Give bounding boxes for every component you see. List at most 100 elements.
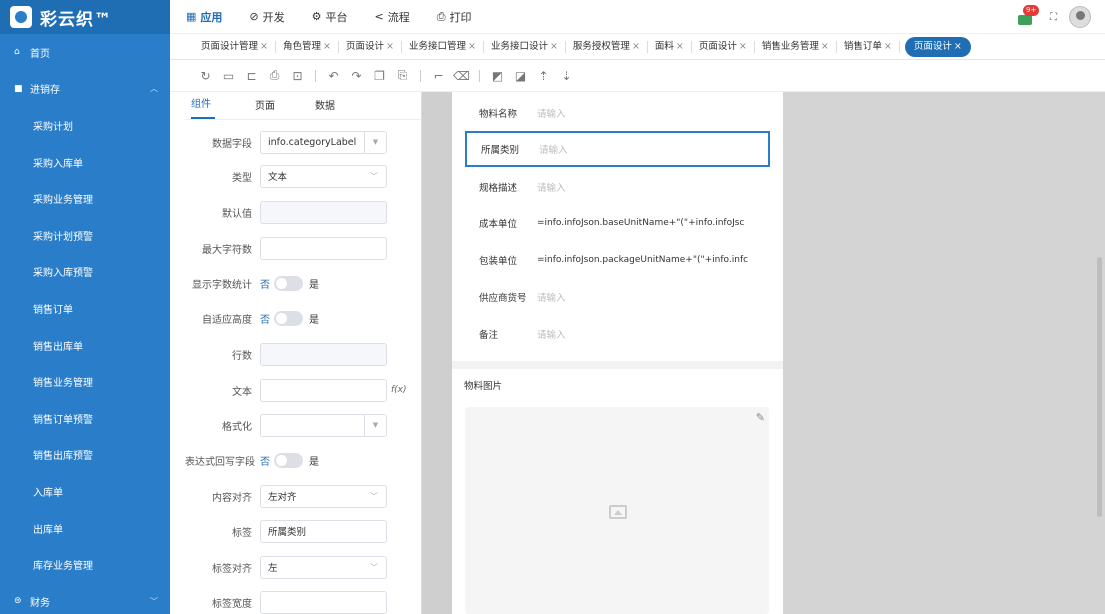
tab-label: 页面设计 (698, 40, 737, 52)
sidebar-item[interactable]: 出库单 (0, 510, 170, 547)
close-icon[interactable]: × (550, 41, 558, 52)
top-menu-platform[interactable]: ⚙ 平台 (312, 9, 348, 25)
toolbar-divider (479, 69, 480, 82)
print-icon[interactable]: ⎙ (263, 68, 286, 83)
form-field[interactable]: 规格描述 请输入 (465, 169, 770, 205)
default-value-input[interactable] (260, 200, 387, 224)
avatar[interactable] (1069, 6, 1091, 28)
sidebar-item[interactable]: 采购计划 (0, 107, 170, 144)
tab[interactable]: 销售业务管理 × (755, 40, 837, 53)
writeback-toggle[interactable] (274, 452, 303, 468)
type-select[interactable]: 文本 ﹀ (260, 164, 387, 188)
format-select[interactable]: ▼ (260, 413, 387, 437)
send-back-icon[interactable]: ◪ (509, 69, 532, 83)
tab[interactable]: 页面设计 × (339, 40, 402, 53)
top-menu-dev[interactable]: ⊘ 开发 (249, 9, 284, 25)
close-icon[interactable]: × (739, 41, 747, 52)
close-icon[interactable]: × (954, 41, 962, 52)
tab-label: 业务接口管理 (408, 40, 466, 52)
bring-front-icon[interactable]: ◩ (486, 69, 509, 83)
undo-icon[interactable]: ↶ (322, 69, 345, 83)
close-icon[interactable]: × (386, 41, 394, 52)
sidebar-item-home[interactable]: ⌂ 首页 (0, 34, 170, 71)
tab-data[interactable]: 数据 (311, 97, 371, 119)
image-upload-area[interactable]: ✎ (465, 407, 769, 614)
redo-icon[interactable]: ↷ (345, 69, 368, 83)
top-menu-print[interactable]: ⎙ 打印 (437, 9, 472, 25)
paste-icon[interactable]: ⎘ (391, 68, 414, 83)
sidebar-item[interactable]: 采购业务管理 (0, 180, 170, 217)
folder-icon[interactable]: ⊏ (240, 69, 263, 83)
sidebar-item[interactable]: 销售订单预警 (0, 400, 170, 437)
notification-badge: 9+ (1023, 5, 1040, 16)
form-field[interactable]: 成本单位 =info.infoJson.baseUnitName+"("+inf… (465, 205, 770, 241)
sidebar-item[interactable]: 销售订单 (0, 290, 170, 327)
tab[interactable]: 页面设计管理 × (194, 40, 276, 53)
tab[interactable]: 业务接口设计 × (484, 40, 566, 53)
dev-icon: ⊘ (249, 10, 259, 23)
form-field[interactable]: 供应商货号 请输入 (465, 279, 770, 315)
tab[interactable]: 页面设计 × (692, 40, 755, 53)
function-icon[interactable]: f(x) (391, 385, 407, 395)
copy-icon[interactable]: ❐ (368, 69, 391, 83)
edit-icon[interactable]: ✎ (756, 411, 765, 424)
form-field[interactable]: 包装单位 =info.infoJson.packageUnitName+"("+… (465, 242, 770, 278)
sidebar-group-finance[interactable]: ⊜ 财务 ﹀ (0, 583, 170, 614)
sidebar-item[interactable]: 采购入库预警 (0, 254, 170, 291)
tag-input[interactable]: 所属类别 (260, 519, 387, 543)
align-select[interactable]: 左对齐 ﹀ (260, 484, 387, 508)
scrollbar[interactable] (1097, 257, 1102, 517)
sidebar-item[interactable]: 采购入库单 (0, 144, 170, 181)
save-icon[interactable]: ▭ (217, 69, 240, 83)
close-icon[interactable]: × (676, 41, 684, 52)
close-icon[interactable]: × (323, 41, 331, 52)
message-icon[interactable]: 9+ (1016, 5, 1040, 25)
form-field[interactable]: 备注 请输入 (465, 316, 770, 352)
top-menu-flow[interactable]: < 流程 (375, 9, 410, 25)
app-logo[interactable]: 彩云织™ (0, 0, 170, 34)
prop-text: 文本 f(x) (185, 378, 422, 402)
tab[interactable]: 业务接口管理 × (402, 40, 484, 53)
prop-label: 标签宽度 (212, 598, 252, 610)
max-chars-input[interactable] (260, 236, 387, 260)
tab-page[interactable]: 页面 (251, 97, 311, 119)
sidebar-item[interactable]: 销售出库预警 (0, 437, 170, 474)
tab-active[interactable]: 页面设计 × (904, 36, 971, 57)
show-count-toggle[interactable] (274, 275, 303, 291)
text-input[interactable] (260, 378, 387, 402)
sidebar-item[interactable]: 销售出库单 (0, 327, 170, 364)
sidebar-item[interactable]: 销售业务管理 (0, 363, 170, 400)
preview-icon[interactable]: ⊡ (286, 69, 309, 83)
select-icon[interactable]: ⌐ (427, 69, 450, 83)
tab[interactable]: 服务授权管理 × (566, 40, 648, 53)
tab-component[interactable]: 组件 (191, 95, 215, 119)
move-down-icon[interactable]: ⇣ (555, 69, 578, 83)
sidebar-group-inventory[interactable]: ■ 进销存 ︿ (0, 71, 170, 108)
close-icon[interactable]: × (884, 41, 892, 52)
move-up-icon[interactable]: ⇡ (532, 69, 555, 83)
close-icon[interactable]: × (632, 41, 640, 52)
dropdown-icon[interactable]: ▼ (364, 131, 386, 153)
sidebar-item[interactable]: 采购计划预警 (0, 217, 170, 254)
close-icon[interactable]: × (260, 41, 268, 52)
fullscreen-icon[interactable]: ⛶ (1050, 12, 1057, 23)
sidebar-item[interactable]: 入库单 (0, 473, 170, 510)
auto-height-toggle[interactable] (274, 310, 303, 326)
form-field[interactable]: 物料名称 请输入 (465, 95, 770, 131)
tag-align-select[interactable]: 左 ﹀ (260, 555, 387, 579)
data-field-select[interactable]: info.categoryLabel ▼ (260, 130, 387, 154)
tab[interactable]: 角色管理 × (276, 40, 339, 53)
rows-input[interactable] (260, 342, 387, 366)
tab[interactable]: 面料 × (648, 40, 692, 53)
dropdown-icon[interactable]: ▼ (364, 414, 386, 436)
refresh-icon[interactable]: ↻ (194, 69, 217, 83)
tag-width-input[interactable] (260, 590, 387, 614)
close-icon[interactable]: × (821, 41, 829, 52)
top-menu-app[interactable]: ▦ 应用 (186, 9, 222, 25)
form-field-selected[interactable]: 所属类别 请输入 (465, 131, 770, 167)
sidebar-item-label: 销售订单 (33, 304, 73, 316)
delete-icon[interactable]: ⌫ (450, 69, 473, 83)
close-icon[interactable]: × (468, 41, 476, 52)
sidebar-item[interactable]: 库存业务管理 (0, 546, 170, 583)
tab[interactable]: 销售订单 × (837, 40, 900, 53)
